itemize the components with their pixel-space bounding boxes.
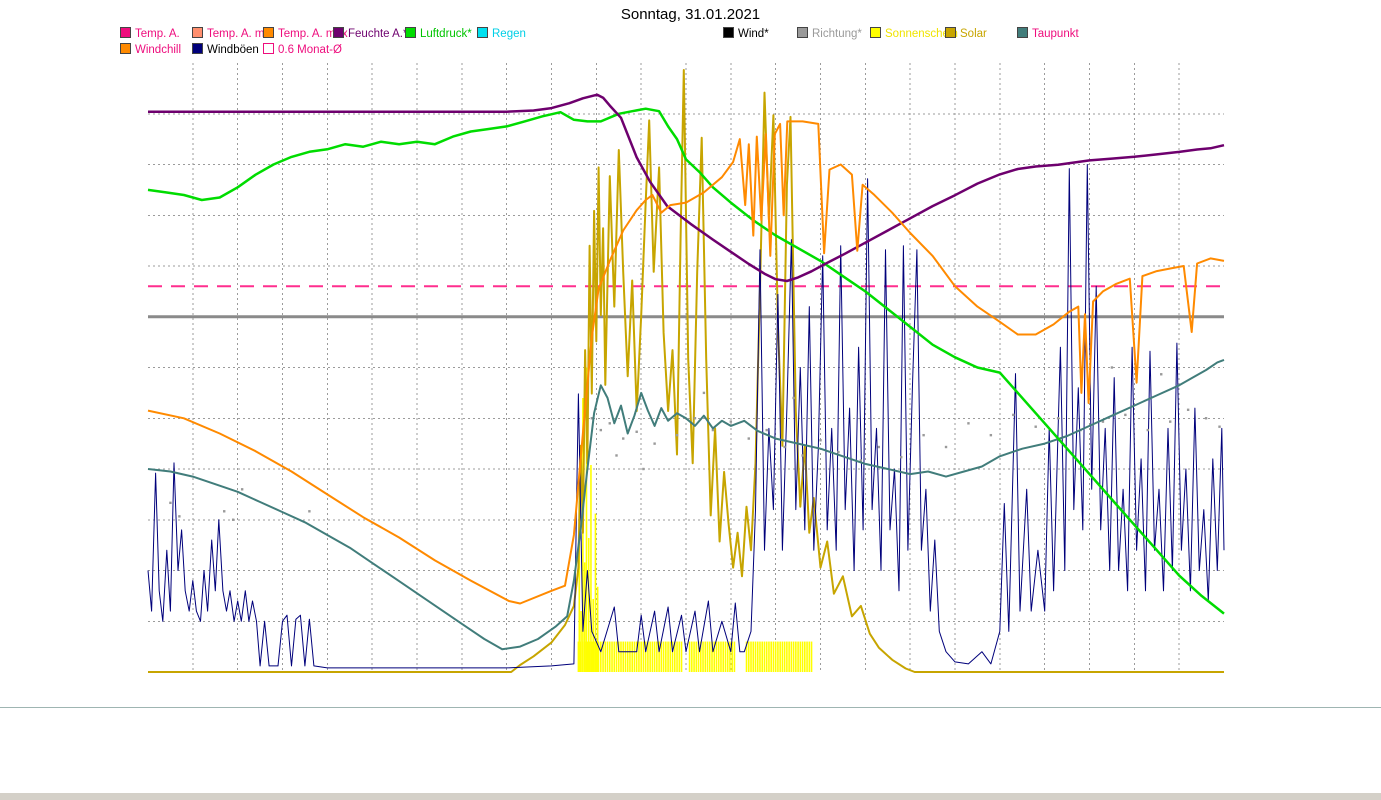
weather-chart-svg — [147, 63, 1225, 673]
status-bar — [0, 792, 1381, 800]
sensor-summary-table — [0, 707, 1381, 793]
chart-area — [0, 0, 1381, 711]
weather-app-window: Sonntag, 31.01.2021 Temp. A. Temp. A. min… — [0, 0, 1381, 800]
